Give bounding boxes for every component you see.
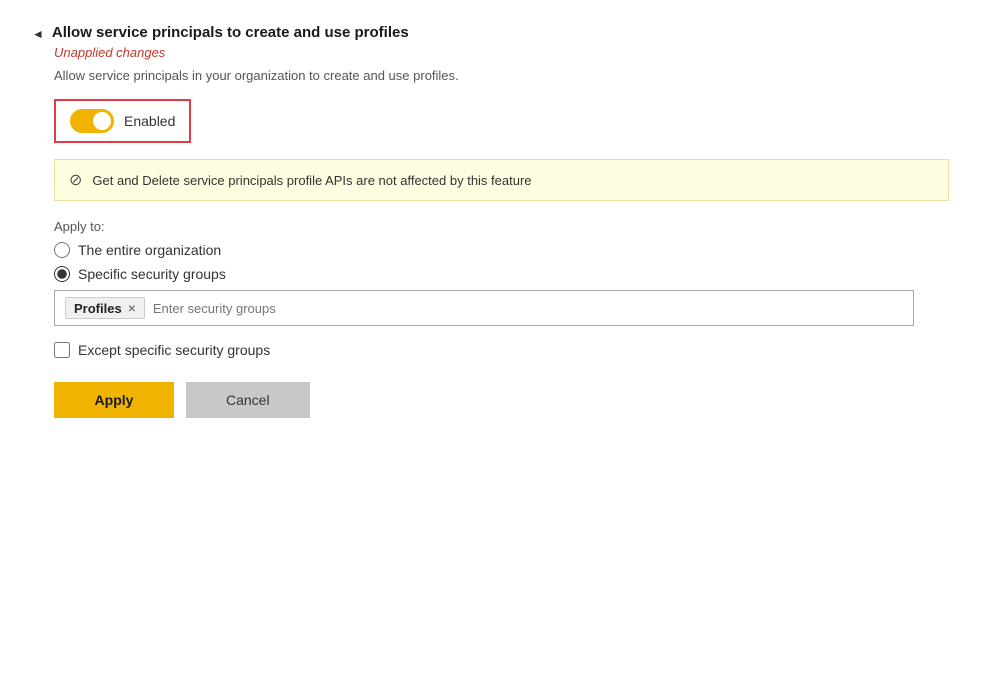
cancel-button[interactable]: Cancel xyxy=(186,382,310,418)
apply-button[interactable]: Apply xyxy=(54,382,174,418)
except-checkbox-label[interactable]: Except specific security groups xyxy=(54,342,949,358)
tag-label: Profiles xyxy=(74,301,122,316)
unapplied-changes-label: Unapplied changes xyxy=(54,45,949,60)
enabled-toggle[interactable] xyxy=(70,109,114,133)
except-checkbox-input[interactable] xyxy=(54,342,70,358)
section-description: Allow service principals in your organiz… xyxy=(54,68,949,83)
radio-specific-groups-label: Specific security groups xyxy=(78,266,226,282)
profiles-tag: Profiles × xyxy=(65,297,145,319)
toggle-label: Enabled xyxy=(124,113,175,129)
tag-close-button[interactable]: × xyxy=(128,300,136,316)
section-header: ◄ Allow service principals to create and… xyxy=(32,24,949,41)
radio-specific-groups-input[interactable] xyxy=(54,266,70,282)
radio-specific-groups[interactable]: Specific security groups xyxy=(54,266,949,282)
section-title: Allow service principals to create and u… xyxy=(52,24,409,41)
collapse-arrow-icon[interactable]: ◄ xyxy=(32,27,44,41)
info-banner: ⊘ Get and Delete service principals prof… xyxy=(54,159,949,201)
radio-entire-org[interactable]: The entire organization xyxy=(54,242,949,258)
apply-to-label: Apply to: xyxy=(54,219,949,234)
radio-entire-org-label: The entire organization xyxy=(78,242,221,258)
info-icon: ⊘ xyxy=(69,170,82,190)
toggle-container: Enabled xyxy=(54,99,191,143)
except-label: Except specific security groups xyxy=(78,342,270,358)
button-row: Apply Cancel xyxy=(54,382,949,418)
radio-entire-org-input[interactable] xyxy=(54,242,70,258)
info-message: Get and Delete service principals profil… xyxy=(92,173,531,188)
security-groups-input-container: Profiles × xyxy=(54,290,914,326)
security-groups-text-input[interactable] xyxy=(153,301,903,316)
